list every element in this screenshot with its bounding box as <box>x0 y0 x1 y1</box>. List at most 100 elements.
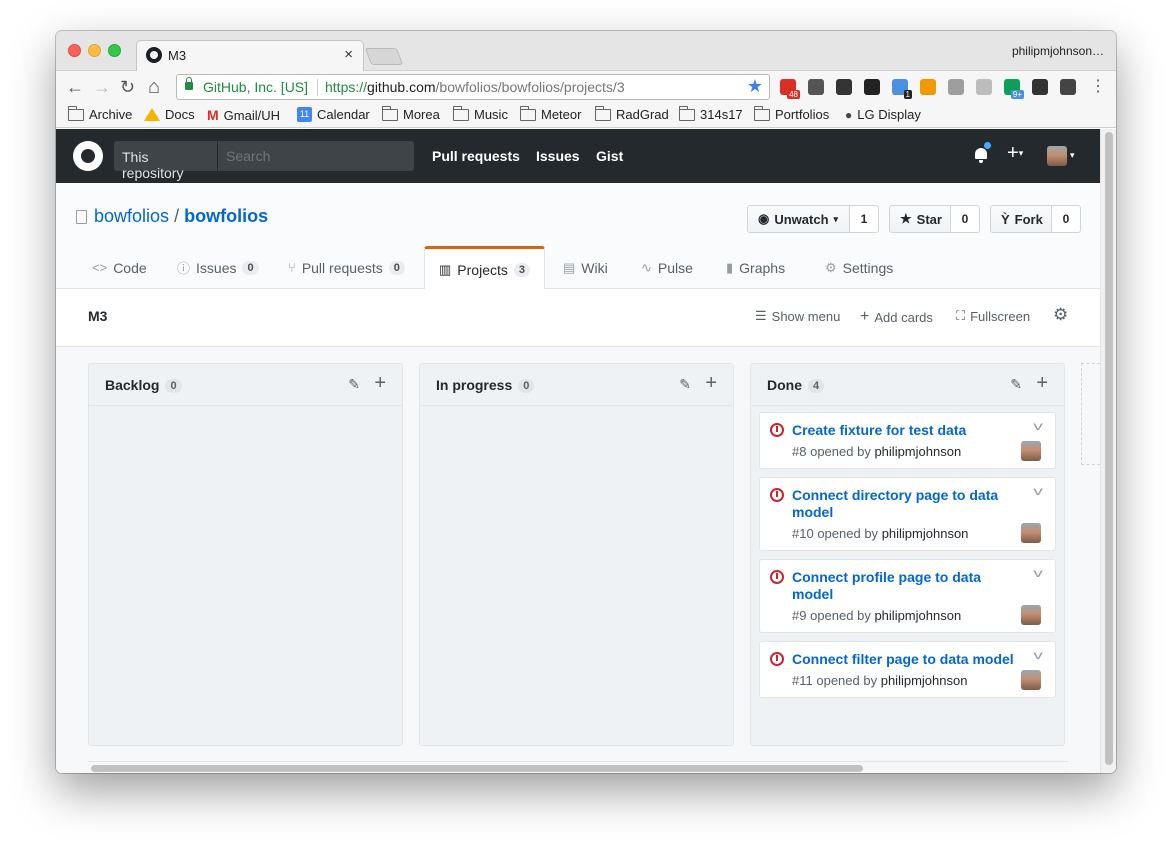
author-avatar[interactable] <box>1021 441 1041 461</box>
browser-menu-icon[interactable]: ⋮ <box>1090 76 1106 98</box>
home-button[interactable]: ⌂ <box>148 76 160 98</box>
bookmark-gmail-uh[interactable]: M Gmail/UH <box>207 107 280 123</box>
card-title-link[interactable]: Connect profile page to data model <box>792 569 1024 603</box>
tab-code[interactable]: <> Code <box>78 246 161 289</box>
tab-pull-requests[interactable]: ⑂ Pull requests 0 <box>274 246 419 289</box>
browser-profile-name[interactable]: philipmjohnson… <box>1012 44 1104 58</box>
issue-card[interactable]: Connect profile page to data model v #9 … <box>759 559 1056 633</box>
add-card-plus-icon[interactable]: + <box>705 372 717 395</box>
bookmark-archive[interactable]: Archive <box>68 105 132 122</box>
eyedropper-ext-icon[interactable] <box>1032 79 1048 95</box>
bookmark-star-icon[interactable]: ★ <box>747 76 763 97</box>
user-avatar[interactable] <box>1047 146 1067 166</box>
fork-label: Fork <box>1014 211 1043 227</box>
card-title-link[interactable]: Connect filter page to data model <box>792 651 1032 668</box>
issue-card[interactable]: Connect filter page to data model v #11 … <box>759 641 1056 698</box>
star-button[interactable]: ★ Star <box>889 205 951 233</box>
watchers-count[interactable]: 1 <box>850 205 879 233</box>
url-text[interactable]: https://github.com/bowfolios/bowfolios/p… <box>325 79 625 95</box>
address-divider <box>317 79 318 96</box>
nav-pull-requests[interactable]: Pull requests <box>432 148 520 164</box>
bookmark-music[interactable]: Music <box>453 105 508 122</box>
bookmark-morea[interactable]: Morea <box>382 105 440 122</box>
github-logo-icon[interactable] <box>73 141 103 171</box>
hangouts-ext-icon[interactable]: 9+ <box>1004 79 1024 99</box>
forward-button[interactable]: → <box>93 76 111 98</box>
tab-wiki[interactable]: ▤ Wiki <box>549 246 622 289</box>
avatar-caret-icon[interactable]: ▾ <box>1070 150 1075 161</box>
card-menu-chevron-icon[interactable]: v <box>1033 419 1043 433</box>
edit-column-pencil-icon[interactable]: ✎ <box>348 376 360 393</box>
card-title-link[interactable]: Create fixture for test data <box>792 422 1024 439</box>
author-link[interactable]: philipmjohnson <box>882 526 969 541</box>
colorwheel-ext-icon[interactable] <box>1060 79 1076 95</box>
fork-button[interactable]: Ỳ Fork <box>990 205 1052 233</box>
jb-ext-icon[interactable] <box>864 79 880 95</box>
zoom-window-button[interactable] <box>108 44 121 57</box>
card-menu-chevron-icon[interactable]: v <box>1033 484 1043 498</box>
vertical-scrollbar-thumb[interactable] <box>1105 132 1113 765</box>
new-tab-button[interactable] <box>364 48 404 65</box>
repo-owner-link[interactable]: bowfolios <box>94 206 169 226</box>
create-new-dropdown[interactable]: +▾ <box>1007 142 1023 165</box>
show-menu-button[interactable]: ☰ Show menu <box>755 308 840 324</box>
tab-pulse[interactable]: ∿ Pulse <box>627 246 707 289</box>
minimize-window-button[interactable] <box>88 44 101 57</box>
bookmark-portfolios[interactable]: Portfolios <box>754 105 829 122</box>
bookmark-radgrad[interactable]: RadGrad <box>595 105 669 122</box>
close-window-button[interactable] <box>68 44 81 57</box>
card-menu-chevron-icon[interactable]: v <box>1033 566 1043 580</box>
cloud-ext-icon[interactable] <box>976 79 992 95</box>
issue-card[interactable]: Create fixture for test data v #8 opened… <box>759 412 1056 469</box>
tab-projects[interactable]: ▥ Projects 3 <box>424 246 545 290</box>
author-avatar[interactable] <box>1021 670 1041 690</box>
add-cards-button[interactable]: + Add cards <box>860 308 933 326</box>
search-input[interactable] <box>220 141 410 171</box>
vertical-scrollbar[interactable] <box>1100 129 1116 773</box>
edit-column-pencil-icon[interactable]: ✎ <box>1010 376 1022 393</box>
author-link[interactable]: philipmjohnson <box>874 608 961 623</box>
stars-count[interactable]: 0 <box>951 205 980 233</box>
back-button[interactable]: ← <box>66 76 84 98</box>
forks-count[interactable]: 0 <box>1052 205 1081 233</box>
tab-close-icon[interactable]: × <box>344 46 353 63</box>
fullscreen-button[interactable]: ⛶ Fullscreen <box>956 308 1030 324</box>
author-link[interactable]: philipmjohnson <box>881 673 968 688</box>
author-avatar[interactable] <box>1021 523 1041 543</box>
nav-issues[interactable]: Issues <box>536 148 580 164</box>
author-avatar[interactable] <box>1021 605 1041 625</box>
chart-ext-icon[interactable] <box>920 79 936 95</box>
project-settings-gear-icon[interactable]: ⚙ <box>1053 305 1068 325</box>
calendar-badge-ext-icon[interactable]: 48 <box>780 79 800 99</box>
add-card-plus-icon[interactable]: + <box>1036 372 1048 395</box>
ev-certificate-label[interactable]: GitHub, Inc. [US] <box>203 79 308 95</box>
bookmark-lg-display[interactable]: ● LG Display <box>845 107 921 122</box>
search-scope[interactable]: This repository <box>114 141 218 181</box>
tab-graphs[interactable]: ▮ Graphs <box>712 246 799 289</box>
info-ext-icon[interactable] <box>836 79 852 95</box>
horizontal-scrollbar[interactable] <box>88 761 1068 773</box>
horizontal-scrollbar-thumb[interactable] <box>91 765 863 772</box>
bookmark-calendar[interactable]: 11 Calendar <box>297 107 370 122</box>
repo-name-link[interactable]: bowfolios <box>184 206 268 226</box>
author-link[interactable]: philipmjohnson <box>874 444 961 459</box>
bookmark-meteor[interactable]: Meteor <box>520 105 581 122</box>
nav-gist[interactable]: Gist <box>596 148 623 164</box>
browser-tab[interactable]: M3 × <box>136 40 364 72</box>
tab-settings[interactable]: ⚙ Settings <box>811 246 907 289</box>
card-title-link[interactable]: Connect directory page to data model <box>792 487 1024 521</box>
history-ext-icon[interactable] <box>808 79 824 95</box>
add-card-plus-icon[interactable]: + <box>374 372 386 395</box>
edit-column-pencil-icon[interactable]: ✎ <box>679 376 691 393</box>
bookmark-314s17[interactable]: 314s17 <box>679 105 743 122</box>
issue-card[interactable]: Connect directory page to data model v #… <box>759 477 1056 551</box>
add-column-placeholder[interactable] <box>1081 363 1100 465</box>
tab-issues[interactable]: ⓘ Issues 0 <box>163 246 273 289</box>
card-menu-chevron-icon[interactable]: v <box>1033 648 1043 662</box>
gauge-ext-icon[interactable] <box>948 79 964 95</box>
bookmark-docs[interactable]: Docs <box>144 107 195 122</box>
reload-button[interactable]: ↻ <box>120 76 135 98</box>
person-ext-icon[interactable]: 1 <box>892 79 912 99</box>
unwatch-button[interactable]: ◉ Unwatch ▾ <box>747 205 850 233</box>
address-bar[interactable]: GitHub, Inc. [US] https://github.com/bow… <box>176 74 770 100</box>
